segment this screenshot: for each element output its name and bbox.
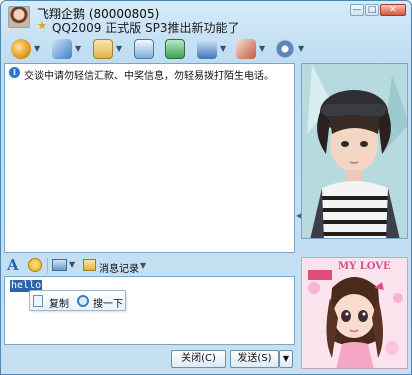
my-show-avatar[interactable]: MY LOVE: [301, 257, 408, 369]
message-input[interactable]: hello 复制 搜一下: [4, 276, 295, 345]
message-history-icon[interactable]: [83, 259, 96, 271]
close-button[interactable]: 关闭(C): [171, 350, 226, 368]
chevron-down-icon[interactable]: ▼: [75, 44, 81, 53]
maximize-button[interactable]: □: [365, 4, 379, 16]
copy-icon: [33, 295, 43, 307]
girl-avatar-illustration: [302, 258, 407, 368]
avatar-banner-text: MY LOVE: [338, 261, 391, 272]
chat-toolbar: ▼ ▼ ▼ ▼ ▼ ▼: [3, 37, 409, 63]
message-history-button[interactable]: 消息记录: [99, 260, 139, 275]
chevron-down-icon[interactable]: ▼: [69, 260, 75, 269]
info-icon: i: [9, 67, 20, 78]
chevron-down-icon[interactable]: ▼: [220, 44, 226, 53]
video-call-icon: [11, 39, 31, 59]
screenshot-icon[interactable]: [52, 259, 67, 271]
create-group-button[interactable]: [163, 37, 199, 61]
copy-label: 复制: [49, 299, 69, 310]
chevron-down-icon[interactable]: ▼: [259, 44, 265, 53]
send-file-button[interactable]: ▼: [91, 37, 127, 61]
search-menu-item[interactable]: 搜一下: [77, 294, 125, 310]
settings-button[interactable]: ▼: [273, 37, 309, 61]
search-icon: [77, 295, 89, 307]
contact-signature: QQ2009 正式版 SP3推出新功能了: [52, 21, 240, 35]
send-file-icon: [93, 39, 113, 59]
chevron-down-icon[interactable]: ▼: [298, 44, 304, 53]
app-icon: [197, 39, 217, 59]
search-label: 搜一下: [93, 299, 123, 310]
security-notice: 交谈中请勿轻信汇款、中奖信息，勿轻易拨打陌生电话。: [24, 71, 274, 82]
chevron-down-icon[interactable]: ▼: [140, 261, 146, 270]
video-call-button[interactable]: ▼: [9, 37, 45, 61]
star-icon: ★: [37, 19, 47, 32]
remote-assist-button[interactable]: ▼: [234, 37, 270, 61]
app-button[interactable]: ▼: [195, 37, 231, 61]
create-group-icon: [165, 39, 185, 59]
chat-window: 飞翔企鹅 (80000805) ★ QQ2009 正式版 SP3推出新功能了 —…: [0, 0, 412, 375]
chevron-down-icon[interactable]: ▼: [34, 44, 40, 53]
copy-menu-item[interactable]: 复制: [33, 294, 77, 310]
send-button[interactable]: 发送(S): [230, 350, 279, 368]
remote-assist-icon: [236, 39, 256, 59]
emoji-icon[interactable]: [28, 258, 42, 272]
window-close-button[interactable]: ✕: [380, 4, 406, 16]
voice-call-button[interactable]: ▼: [50, 37, 86, 61]
format-toolbar: A ▼ 消息记录 ▼: [4, 256, 295, 276]
font-icon[interactable]: A: [7, 256, 19, 274]
voice-call-icon: [52, 39, 72, 59]
settings-icon: [275, 39, 295, 59]
chevron-down-icon[interactable]: ▼: [116, 44, 122, 53]
boy-avatar-illustration: [302, 64, 407, 238]
send-options-button[interactable]: ▼: [279, 350, 293, 368]
contact-show-avatar[interactable]: [301, 63, 408, 239]
send-email-icon: [134, 39, 154, 59]
minimize-button[interactable]: —: [350, 4, 364, 16]
selection-context-menu: 复制 搜一下: [29, 290, 126, 311]
toolbar-divider: [47, 258, 48, 273]
contact-avatar[interactable]: [8, 6, 30, 28]
message-history-panel[interactable]: i 交谈中请勿轻信汇款、中奖信息，勿轻易拨打陌生电话。: [4, 63, 295, 253]
